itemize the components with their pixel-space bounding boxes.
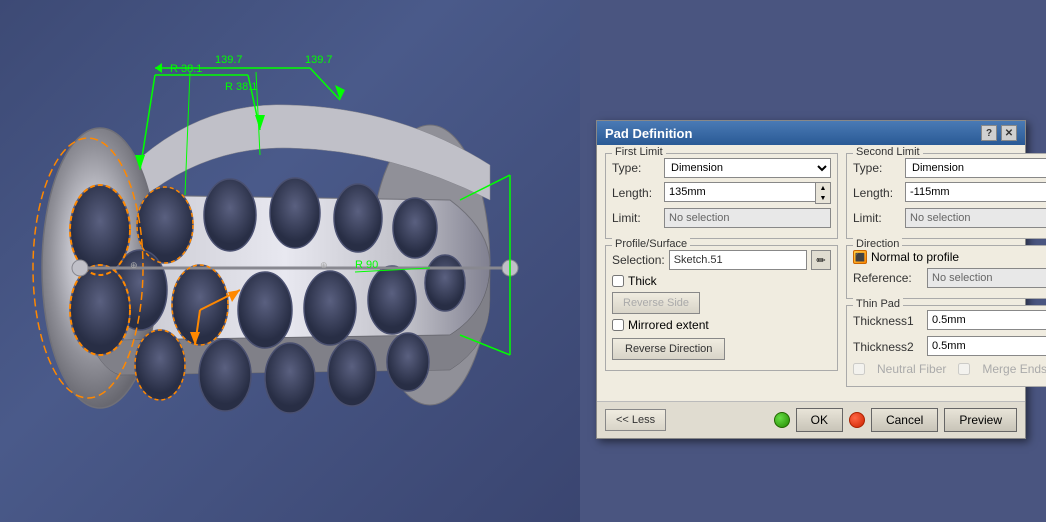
reverse-side-button[interactable]: Reverse Side: [612, 292, 700, 314]
titlebar-buttons: ? ✕: [981, 125, 1017, 141]
thickness1-row: Thickness1 0.5mm ▲ ▼: [853, 310, 1046, 332]
dialog-footer: << Less OK Cancel Preview: [597, 401, 1025, 438]
first-length-up[interactable]: ▲: [816, 183, 830, 193]
footer-right: OK Cancel Preview: [774, 408, 1017, 432]
neutral-fiber-checkbox[interactable]: [853, 363, 865, 375]
svg-text:R 38.1: R 38.1: [170, 63, 202, 75]
first-type-select[interactable]: Dimension Up to next Up to last: [664, 158, 831, 178]
selection-field[interactable]: Sketch.51: [669, 250, 807, 270]
second-length-spinner: -115mm ▲ ▼: [905, 182, 1046, 204]
thick-row: Thick: [612, 274, 831, 288]
edit-sketch-button[interactable]: ✏: [811, 250, 831, 270]
svg-text:139.7: 139.7: [305, 54, 333, 66]
ok-circle-icon: [774, 412, 790, 428]
second-length-input[interactable]: -115mm: [905, 182, 1046, 202]
first-length-spinner-btns: ▲ ▼: [815, 182, 831, 204]
close-button[interactable]: ✕: [1001, 125, 1017, 141]
cancel-circle-icon: [849, 412, 865, 428]
thin-pad-options-row: Neutral Fiber Merge Ends: [853, 362, 1046, 376]
first-limit-row: Limit: No selection: [612, 208, 831, 228]
selection-row: Selection: Sketch.51 ✏: [612, 250, 831, 270]
reverse-direction-button[interactable]: Reverse Direction: [612, 338, 725, 360]
reference-row: Reference: No selection: [853, 268, 1046, 288]
first-limit-label: First Limit: [612, 146, 666, 158]
second-limit-length-row: Length: -115mm ▲ ▼: [853, 182, 1046, 204]
second-limit-group: Second Limit Type: Dimension Up to next …: [846, 153, 1046, 239]
direction-group: Direction ⬛ Normal to profile Reference:…: [846, 245, 1046, 299]
svg-text:R 90: R 90: [355, 259, 378, 271]
first-length-spinner: 135mm ▲ ▼: [664, 182, 831, 204]
cancel-button[interactable]: Cancel: [871, 408, 938, 432]
thickness2-label: Thickness2: [853, 340, 923, 354]
svg-text:R 38.1: R 38.1: [225, 81, 257, 93]
ok-button[interactable]: OK: [796, 408, 843, 432]
svg-text:⊕: ⊕: [130, 260, 138, 270]
preview-button[interactable]: Preview: [944, 408, 1017, 432]
second-limit-type-row: Type: Dimension Up to next Up to last: [853, 158, 1046, 178]
mirrored-row: Mirrored extent: [612, 318, 831, 332]
dialog-title: Pad Definition: [605, 126, 692, 141]
merge-ends-checkbox[interactable]: [958, 363, 970, 375]
dialog-content: First Limit Type: Dimension Up to next U…: [597, 145, 1025, 401]
second-length-label: Length:: [853, 186, 901, 200]
thickness1-label: Thickness1: [853, 314, 923, 328]
mirrored-checkbox[interactable]: [612, 319, 624, 331]
first-limit-field[interactable]: No selection: [664, 208, 831, 228]
normal-to-profile-row: ⬛ Normal to profile: [853, 250, 1046, 264]
first-length-label: Length:: [612, 186, 660, 200]
reverse-direction-row: Reverse Direction: [612, 336, 831, 360]
thick-checkbox[interactable]: [612, 275, 624, 287]
second-type-select[interactable]: Dimension Up to next Up to last: [905, 158, 1046, 178]
thickness1-spinner: 0.5mm ▲ ▼: [927, 310, 1046, 332]
less-button[interactable]: << Less: [605, 409, 666, 431]
first-limit-group: First Limit Type: Dimension Up to next U…: [605, 153, 838, 239]
second-limit-field[interactable]: No selection: [905, 208, 1046, 228]
right-column: Second Limit Type: Dimension Up to next …: [846, 153, 1046, 393]
second-limit-text-label: Limit:: [853, 211, 901, 225]
merge-ends-label: Merge Ends: [982, 362, 1046, 376]
thickness1-input[interactable]: 0.5mm: [927, 310, 1046, 330]
left-column: First Limit Type: Dimension Up to next U…: [605, 153, 838, 393]
footer-left: << Less: [605, 409, 666, 431]
normal-to-profile-label: Normal to profile: [871, 250, 959, 264]
thickness2-input[interactable]: 0.5mm: [927, 336, 1046, 356]
first-type-label: Type:: [612, 161, 660, 175]
mirrored-label: Mirrored extent: [628, 318, 709, 332]
thickness2-spinner: 0.5mm ▲ ▼: [927, 336, 1046, 358]
svg-text:139.7: 139.7: [215, 54, 243, 66]
first-limit-length-row: Length: 135mm ▲ ▼: [612, 182, 831, 204]
second-limit-row: Limit: No selection: [853, 208, 1046, 228]
main-columns: First Limit Type: Dimension Up to next U…: [605, 153, 1017, 393]
normal-profile-icon: ⬛: [853, 250, 867, 264]
reference-field[interactable]: No selection: [927, 268, 1046, 288]
dialog-titlebar: Pad Definition ? ✕: [597, 121, 1025, 145]
selection-label: Selection:: [612, 253, 665, 267]
3d-viewport[interactable]: R 38.1 139.7 139.7 R 38.1 R 90 ⊕ ⊕: [0, 0, 580, 522]
second-type-label: Type:: [853, 161, 901, 175]
first-length-input[interactable]: 135mm: [664, 182, 815, 202]
direction-label: Direction: [853, 238, 902, 250]
profile-surface-group: Profile/Surface Selection: Sketch.51 ✏ T…: [605, 245, 838, 371]
thin-pad-group: Thin Pad Thickness1 0.5mm ▲ ▼ Thickness2: [846, 305, 1046, 387]
second-limit-label: Second Limit: [853, 146, 923, 158]
first-limit-text-label: Limit:: [612, 211, 660, 225]
reference-label: Reference:: [853, 271, 923, 285]
pad-definition-dialog: Pad Definition ? ✕ First Limit Type: Dim…: [596, 120, 1026, 439]
first-limit-type-row: Type: Dimension Up to next Up to last: [612, 158, 831, 178]
svg-text:⊕: ⊕: [320, 260, 328, 270]
profile-surface-label: Profile/Surface: [612, 238, 690, 250]
help-button[interactable]: ?: [981, 125, 997, 141]
first-length-down[interactable]: ▼: [816, 193, 830, 203]
reverse-side-row: Reverse Side: [612, 292, 831, 314]
thick-label: Thick: [628, 274, 657, 288]
thin-pad-label: Thin Pad: [853, 298, 903, 310]
thickness2-row: Thickness2 0.5mm ▲ ▼: [853, 336, 1046, 358]
neutral-fiber-label: Neutral Fiber: [877, 362, 946, 376]
